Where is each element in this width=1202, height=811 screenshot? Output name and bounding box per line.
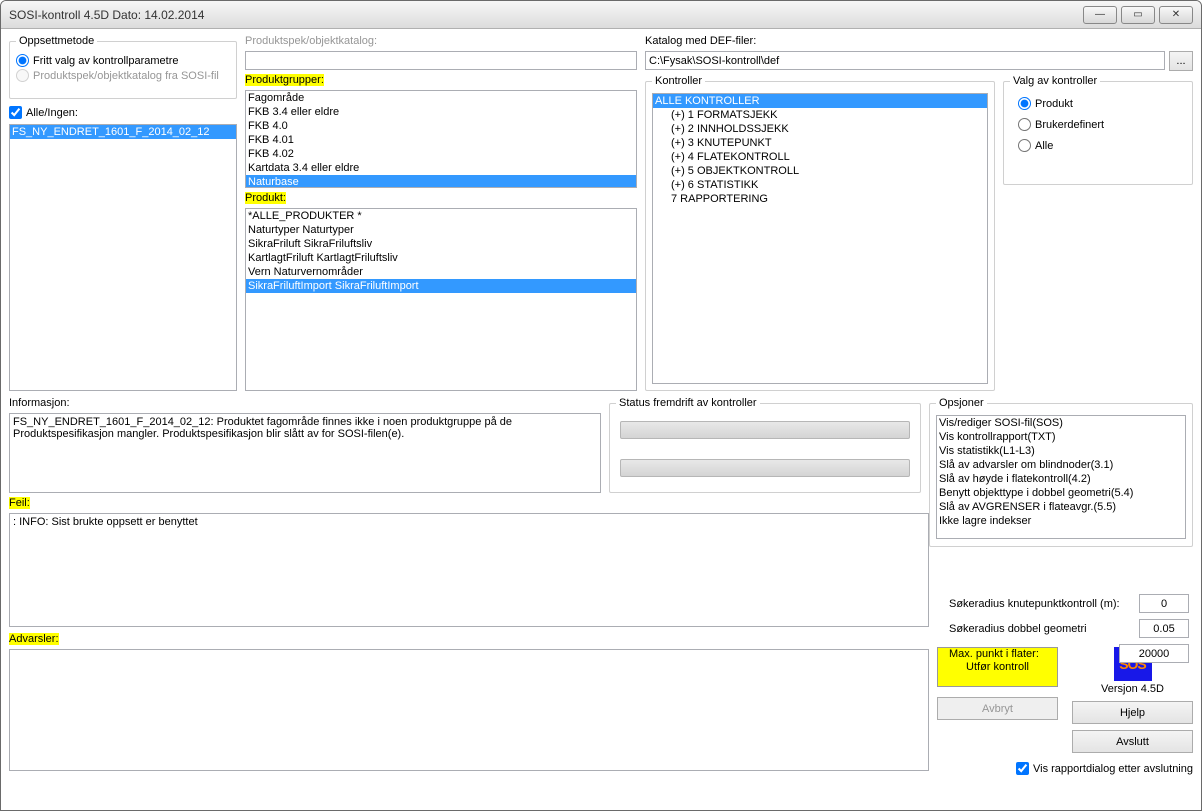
fritt-label: Fritt valg av kontrollparametre — [33, 55, 179, 67]
maximize-button[interactable]: ▭ — [1121, 6, 1155, 24]
titlebar: SOSI-kontroll 4.5D Dato: 14.02.2014 — ▭ … — [1, 1, 1201, 29]
progress-bar-1 — [620, 421, 910, 439]
list-item[interactable]: Slå av advarsler om blindnoder(3.1) — [937, 458, 1185, 472]
valg-bruker-label: Brukerdefinert — [1035, 119, 1104, 131]
list-item[interactable]: Vern Naturvernområder — [246, 265, 636, 279]
maxpunkt-input[interactable] — [1119, 644, 1189, 663]
alle-ingen-label: Alle/Ingen: — [26, 107, 78, 119]
produktgrupper-label: Produktgrupper: — [245, 74, 324, 86]
tree-item[interactable]: (+) 2 INNHOLDSSJEKK — [653, 122, 987, 136]
list-item[interactable]: Vis statistikk(L1-L3) — [937, 444, 1185, 458]
produktspek-field-label: Produktspek/objektkatalog: — [245, 35, 637, 47]
browse-button[interactable]: ... — [1169, 51, 1193, 71]
sokeradius-knute-input[interactable] — [1139, 594, 1189, 613]
list-item[interactable]: SikraFriluft SikraFriluftsliv — [246, 237, 636, 251]
app-window: SOSI-kontroll 4.5D Dato: 14.02.2014 — ▭ … — [0, 0, 1202, 811]
valg-bruker-radio[interactable] — [1018, 118, 1031, 131]
produkt-listbox[interactable]: *ALLE_PRODUKTER *Naturtyper NaturtyperSi… — [245, 208, 637, 391]
produktspek-radio — [16, 69, 29, 82]
opsjoner-group: Opsjoner Vis/rediger SOSI-fil(SOS)Vis ko… — [929, 397, 1193, 547]
sokeradius-dobbel-input[interactable] — [1139, 619, 1189, 638]
fritt-radio[interactable] — [16, 54, 29, 67]
produkt-label: Produkt: — [245, 192, 286, 204]
valg-produkt-label: Produkt — [1035, 98, 1073, 110]
katalog-def-label: Katalog med DEF-filer: — [645, 35, 1193, 47]
feil-label: Feil: — [9, 497, 30, 509]
advarsler-text[interactable] — [9, 649, 929, 771]
tree-item[interactable]: (+) 6 STATISTIKK — [653, 178, 987, 192]
informasjon-label: Informasjon: — [9, 397, 601, 409]
vis-rapportdialog-checkbox[interactable] — [1016, 762, 1029, 775]
list-item[interactable]: Slå av høyde i flatekontroll(4.2) — [937, 472, 1185, 486]
valg-alle-label: Alle — [1035, 140, 1053, 152]
alle-ingen-checkbox[interactable] — [9, 106, 22, 119]
list-item[interactable]: FKB 3.4 eller eldre — [246, 105, 636, 119]
close-button[interactable]: ✕ — [1159, 6, 1193, 24]
tree-item[interactable]: (+) 1 FORMATSJEKK — [653, 108, 987, 122]
hjelp-button[interactable]: Hjelp — [1072, 701, 1193, 724]
kontroller-legend: Kontroller — [652, 75, 705, 87]
avslutt-button[interactable]: Avslutt — [1072, 730, 1193, 753]
status-fremdrift-legend: Status fremdrift av kontroller — [616, 397, 760, 409]
katalog-def-field[interactable] — [645, 51, 1165, 70]
list-item[interactable]: KartlagtFriluft KartlagtFriluftsliv — [246, 251, 636, 265]
kontroller-tree[interactable]: ALLE KONTROLLER(+) 1 FORMATSJEKK(+) 2 IN… — [652, 93, 988, 384]
valg-kontroller-group: Valg av kontroller Produkt Brukerdefiner… — [1003, 75, 1193, 185]
list-item[interactable]: SikraFriluftImport SikraFriluftImport — [246, 279, 636, 293]
oppsettmetode-legend: Oppsettmetode — [16, 35, 97, 47]
tree-item[interactable]: (+) 3 KNUTEPUNKT — [653, 136, 987, 150]
tree-item[interactable]: 7 RAPPORTERING — [653, 192, 987, 206]
list-item[interactable]: Benytt objekttype i dobbel geometri(5.4) — [937, 486, 1185, 500]
list-item[interactable]: FKB 4.0 — [246, 119, 636, 133]
list-item[interactable]: Slå av AVGRENSER i flateavgr.(5.5) — [937, 500, 1185, 514]
list-item[interactable]: Vis/rediger SOSI-fil(SOS) — [937, 416, 1185, 430]
content-area: Oppsettmetode Fritt valg av kontrollpara… — [1, 29, 1201, 810]
tree-item[interactable]: (+) 5 OBJEKTKONTROLL — [653, 164, 987, 178]
tree-item[interactable]: (+) 4 FLATEKONTROLL — [653, 150, 987, 164]
valg-alle-radio[interactable] — [1018, 139, 1031, 152]
versjon-label: Versjon 4.5D — [1072, 683, 1193, 695]
list-item[interactable]: FKB 4.01 — [246, 133, 636, 147]
list-item[interactable]: Ikke lagre indekser — [937, 514, 1185, 528]
list-item[interactable]: Naturbase — [246, 175, 636, 188]
opsjoner-legend: Opsjoner — [936, 397, 987, 409]
window-title: SOSI-kontroll 4.5D Dato: 14.02.2014 — [9, 8, 1083, 22]
tree-item[interactable]: ALLE KONTROLLER — [653, 94, 987, 108]
maxpunkt-label: Max. punkt i flater: — [949, 648, 1039, 660]
list-item[interactable]: Fagområde — [246, 91, 636, 105]
status-fremdrift-group: Status fremdrift av kontroller — [609, 397, 921, 493]
oppsettmetode-group: Oppsettmetode Fritt valg av kontrollpara… — [9, 35, 237, 99]
list-item[interactable]: FS_NY_ENDRET_1601_F_2014_02_12 — [10, 125, 236, 139]
list-item[interactable]: Vis kontrollrapport(TXT) — [937, 430, 1185, 444]
advarsler-label: Advarsler: — [9, 633, 59, 645]
valg-produkt-radio[interactable] — [1018, 97, 1031, 110]
progress-bar-2 — [620, 459, 910, 477]
sokeradius-knute-label: Søkeradius knutepunktkontroll (m): — [949, 598, 1120, 610]
kontroller-group: Kontroller ALLE KONTROLLER(+) 1 FORMATSJ… — [645, 75, 995, 391]
sokeradius-dobbel-label: Søkeradius dobbel geometri — [949, 623, 1087, 635]
list-item[interactable]: Naturtyper Naturtyper — [246, 223, 636, 237]
list-item[interactable]: Kartdata 3.4 eller eldre — [246, 161, 636, 175]
produktspek-field[interactable] — [245, 51, 637, 70]
valg-kontroller-legend: Valg av kontroller — [1010, 75, 1100, 87]
files-listbox[interactable]: FS_NY_ENDRET_1601_F_2014_02_12 — [9, 124, 237, 391]
vis-rapportdialog-label: Vis rapportdialog etter avslutning — [1033, 763, 1193, 775]
list-item[interactable]: FKB 4.02 — [246, 147, 636, 161]
list-item[interactable]: *ALLE_PRODUKTER * — [246, 209, 636, 223]
feil-text[interactable]: : INFO: Sist brukte oppsett er benyttet — [9, 513, 929, 627]
minimize-button[interactable]: — — [1083, 6, 1117, 24]
opsjoner-listbox[interactable]: Vis/rediger SOSI-fil(SOS)Vis kontrollrap… — [936, 415, 1186, 539]
informasjon-text[interactable]: FS_NY_ENDRET_1601_F_2014_02_12: Produkte… — [9, 413, 601, 493]
produktspek-label: Produktspek/objektkatalog fra SOSI-fil — [33, 70, 219, 82]
avbryt-button: Avbryt — [937, 697, 1058, 720]
produktgrupper-listbox[interactable]: FagområdeFKB 3.4 eller eldreFKB 4.0FKB 4… — [245, 90, 637, 188]
